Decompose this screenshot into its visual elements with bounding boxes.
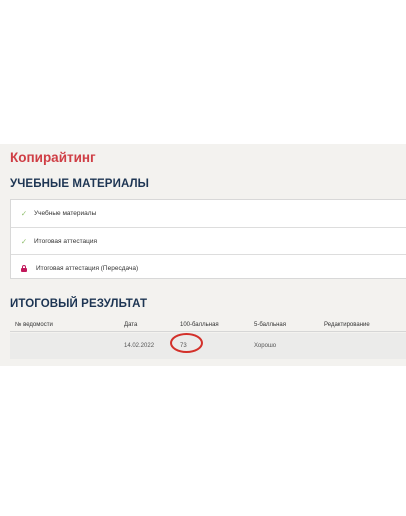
lock-icon — [21, 264, 31, 272]
course-title: Копирайтинг — [10, 150, 96, 165]
column-header-edit: Редактирование — [324, 322, 370, 328]
check-icon: ✓ — [20, 236, 28, 246]
material-item-study[interactable]: ✓ Учебные материалы — [11, 200, 406, 227]
cell-date: 14.02.2022 — [124, 343, 155, 349]
check-icon: ✓ — [20, 209, 28, 218]
material-item-retake[interactable]: Итоговая аттестация (Пересдача) — [11, 254, 406, 281]
materials-list: ✓ Учебные материалы ✓ Итоговая аттестаци… — [10, 199, 406, 279]
course-panel: Копирайтинг УЧЕБНЫЕ МАТЕРИАЛЫ ✓ Учебные … — [0, 144, 406, 366]
column-header-score5: 5-балльная — [254, 322, 286, 328]
column-header-score100: 100-балльная — [180, 322, 219, 328]
material-item-label: Итоговая аттестация — [34, 237, 97, 245]
material-item-label: Учебные материалы — [34, 210, 97, 217]
material-item-label: Итоговая аттестация (Пересдача) — [36, 264, 139, 272]
cell-score100: 73 — [180, 343, 187, 349]
material-item-final-attestation[interactable]: ✓ Итоговая аттестация — [11, 227, 406, 254]
column-header-number: № ведомости — [15, 322, 53, 328]
materials-heading: УЧЕБНЫЕ МАТЕРИАЛЫ — [10, 178, 150, 190]
column-header-date: Дата — [124, 322, 138, 328]
results-table-header: № ведомости Дата 100-балльная 5-балльная… — [10, 320, 406, 332]
results-heading: ИТОГОВЫЙ РЕЗУЛЬТАТ — [10, 298, 148, 310]
cell-score5: Хорошо — [254, 343, 277, 349]
table-row: 14.02.2022 73 Хорошо — [10, 333, 406, 359]
